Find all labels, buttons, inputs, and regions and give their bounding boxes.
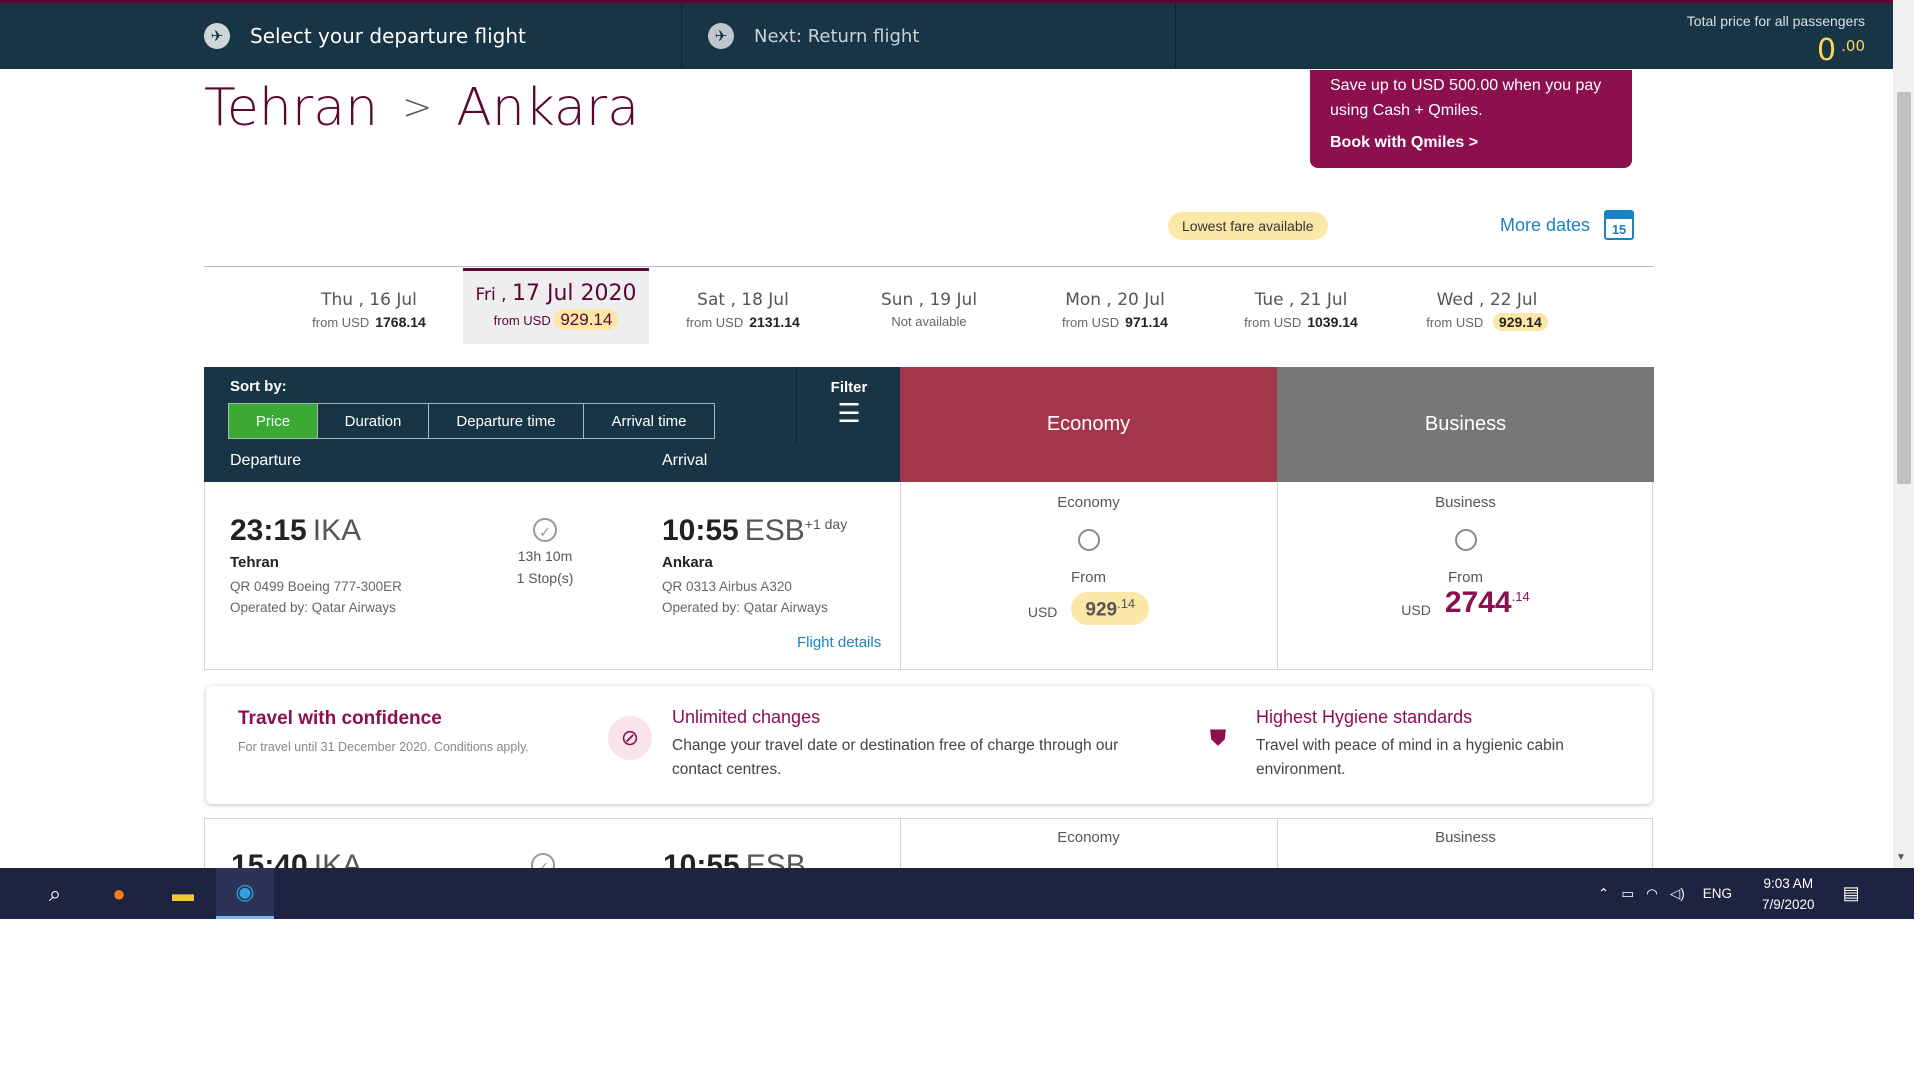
scroll-down-arrow[interactable]: ▼ (1896, 852, 1906, 863)
file-explorer-icon[interactable]: ▬ (154, 868, 212, 919)
sort-label: Sort by: (230, 378, 287, 395)
arrival-info: 10:55 ESB+1 day Ankara QR 0313 Airbus A32… (662, 514, 848, 615)
step-next[interactable]: ✈ Next: Return flight (708, 3, 919, 69)
business-fare-cell[interactable]: Business From USD 2744.14 (1277, 494, 1654, 620)
total-price-label: Total price for all passengers (1686, 13, 1865, 29)
shield-icon: ⛊ (1196, 716, 1240, 760)
economy-price: 929.14 (1071, 592, 1150, 626)
economy-radio[interactable] (1077, 529, 1100, 551)
clock-icon: ✓ (533, 518, 557, 542)
more-dates-link[interactable]: More dates 15 (1500, 210, 1635, 240)
route-origin: Tehran (204, 78, 379, 138)
step-current: ✈ Select your departure flight (204, 3, 526, 69)
business-cabin-header[interactable]: Business (1277, 367, 1654, 482)
date-option-selected[interactable]: Fri , 17 Jul 2020 from USD 929.14 (463, 268, 649, 344)
wifi-icon[interactable]: ◠ (1646, 886, 1658, 902)
date-option[interactable]: Tue , 21 Jul from USD 1039.14 (1208, 268, 1394, 344)
sort-buttons: Price Duration Departure time Arrival ti… (228, 403, 715, 439)
language-indicator[interactable]: ENG (1703, 886, 1732, 901)
route-arrow: > (402, 87, 433, 128)
route-title: Tehran > Ankara (204, 78, 639, 138)
volume-icon[interactable]: ◁) (1670, 886, 1685, 902)
sort-arrival-button[interactable]: Arrival time (583, 403, 715, 439)
departure-info: 23:15 IKA Tehran QR 0499 Boeing 777-300ER… (230, 514, 402, 615)
confidence-heading: Travel with confidence For travel until … (238, 708, 529, 754)
business-price: 2744.14 (1444, 586, 1530, 619)
start-button[interactable] (0, 868, 8, 919)
scrollbar-thumb[interactable] (1897, 92, 1911, 484)
date-option[interactable]: Thu , 16 Jul from USD 1768.14 (276, 268, 462, 344)
qmiles-promo: Save up to USD 500.00 when you pay using… (1310, 70, 1632, 168)
economy-fare-cell[interactable]: Economy From USD 929.14 (900, 494, 1277, 626)
unlimited-changes-feature: Unlimited changes Change your travel dat… (672, 707, 1119, 778)
total-price-value: 0.00 (1817, 33, 1865, 68)
date-option[interactable]: Sat , 18 Jul from USD 2131.14 (650, 268, 836, 344)
step-bar: ✈ Select your departure flight ✈ Next: R… (0, 0, 1893, 69)
lowest-fare-badge: Lowest fare available (1168, 212, 1328, 240)
sort-price-button[interactable]: Price (228, 403, 318, 439)
date-option[interactable]: Wed , 22 Jul from USD 929.14 (1394, 268, 1580, 344)
date-option[interactable]: Mon , 20 Jul from USD 971.14 (1022, 268, 1208, 344)
calendar-icon: 15 (1604, 210, 1635, 240)
firefox-icon[interactable]: ● (90, 868, 148, 919)
chevron-up-icon[interactable]: ⌃ (1598, 886, 1609, 902)
flight-details-link[interactable]: Flight details (797, 634, 881, 651)
hygiene-feature: Highest Hygiene standards Travel with pe… (1256, 707, 1564, 778)
plane-icon: ✈ (204, 23, 230, 49)
route-destination: Ankara (456, 78, 640, 138)
date-divider (204, 266, 1654, 267)
arrival-column-header: Arrival (662, 452, 708, 469)
sort-departure-button[interactable]: Departure time (428, 403, 584, 439)
sliders-icon: ☰ (837, 398, 861, 428)
battery-icon[interactable]: ▭ (1621, 886, 1634, 902)
system-tray: ⌃ ▭ ◠ ◁) ENG 9:03 AM 7/9/2020 ▤ (1598, 868, 1860, 919)
taskbar-clock[interactable]: 9:03 AM 7/9/2020 (1762, 873, 1815, 915)
date-option: Sun , 19 Jul Not available (880, 290, 978, 329)
departure-column-header: Departure (230, 452, 302, 469)
book-with-qmiles-link[interactable]: Book with Qmiles > (1330, 130, 1612, 155)
filter-button[interactable]: Filter ☰ (796, 367, 901, 445)
notification-icon[interactable]: ▤ (1843, 883, 1860, 904)
search-icon[interactable]: ⌕ (26, 868, 84, 919)
business-radio[interactable] (1454, 529, 1477, 551)
plane-icon: ✈ (708, 23, 734, 49)
edge-icon[interactable]: ◉ (216, 868, 274, 919)
duration-info: ✓ 13h 10m 1 Stop(s) (495, 518, 595, 586)
economy-cabin-header[interactable]: Economy (900, 367, 1277, 482)
no-fee-icon: ⊘ (608, 716, 652, 760)
sort-duration-button[interactable]: Duration (317, 403, 429, 439)
